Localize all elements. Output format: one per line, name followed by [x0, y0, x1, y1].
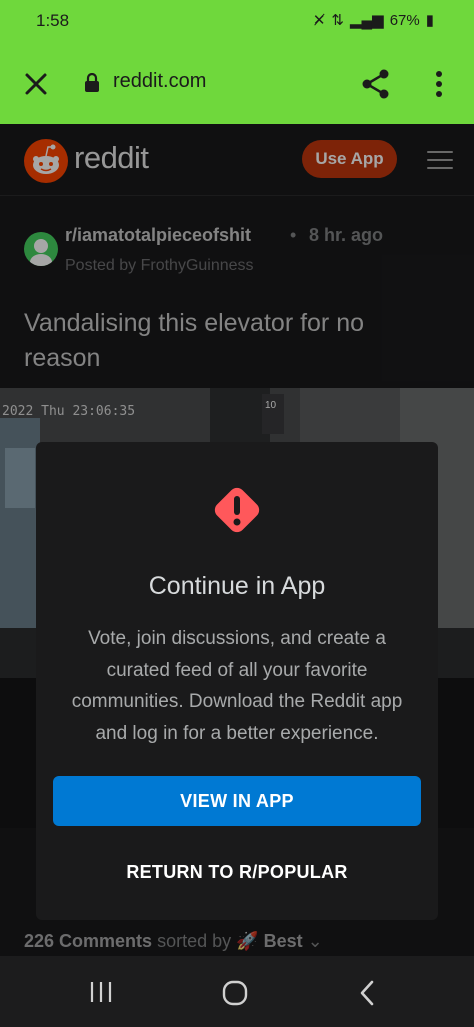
- system-nav-bar: [0, 956, 474, 1027]
- home-icon[interactable]: [221, 979, 249, 1007]
- modal-title: Continue in App: [148, 572, 326, 600]
- battery-percent: 67%: [389, 11, 420, 29]
- url-text[interactable]: reddit.com: [113, 70, 206, 93]
- more-vert-icon[interactable]: [426, 66, 452, 102]
- status-time: 1:58: [36, 11, 70, 30]
- view-in-app-button[interactable]: VIEW IN APP: [53, 776, 421, 826]
- status-icons: ✕̸ ⇅ ▂▄▆ 67% ▮: [312, 11, 434, 30]
- battery-icon: ▮: [425, 12, 434, 29]
- signal-icon: ▂▄▆: [350, 12, 384, 29]
- warning-icon: [214, 487, 260, 533]
- lock-icon: [85, 73, 99, 92]
- back-icon[interactable]: [356, 979, 378, 1007]
- mute-icon: ✕̸: [312, 12, 326, 29]
- recent-apps-icon[interactable]: [88, 980, 114, 1004]
- close-icon[interactable]: [20, 68, 52, 100]
- modal-body: Vote, join discussions, and create a cur…: [71, 628, 403, 744]
- network-icon: ⇅: [331, 12, 344, 29]
- status-bar: 1:58 ✕̸ ⇅ ▂▄▆ 67% ▮: [0, 0, 474, 44]
- share-icon[interactable]: [358, 66, 394, 102]
- return-to-popular-button[interactable]: RETURN TO R/POPULAR: [53, 847, 421, 897]
- continue-in-app-modal: Continue in App Vote, join discussions, …: [36, 442, 438, 920]
- browser-toolbar: reddit.com: [0, 44, 474, 124]
